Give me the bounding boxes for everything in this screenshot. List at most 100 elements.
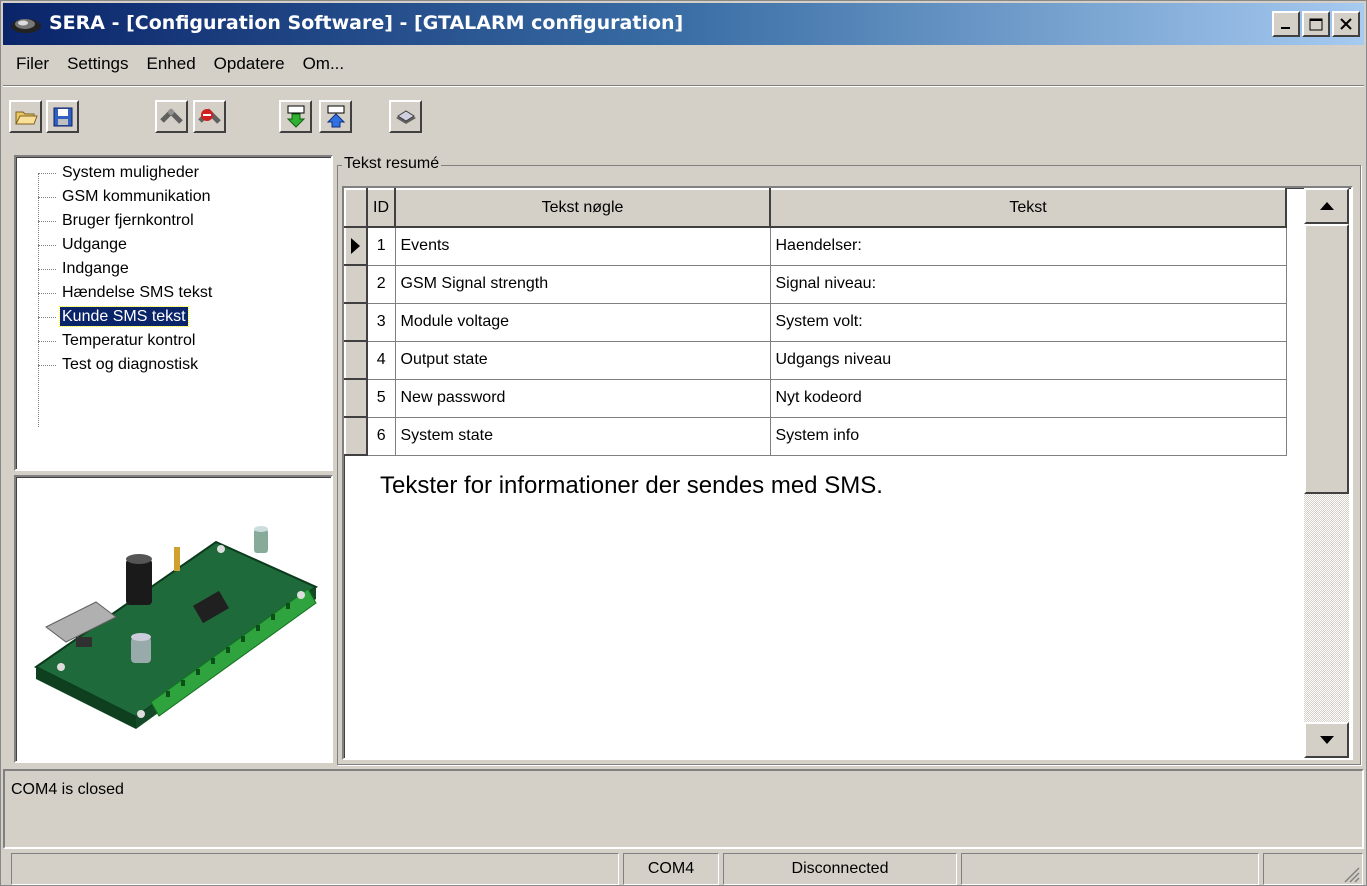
tree-item-label: System muligheder	[62, 164, 199, 181]
menu-filer[interactable]: Filer	[7, 54, 58, 74]
maximize-icon	[1309, 18, 1323, 30]
tree-branch-line	[38, 197, 56, 198]
navigation-tree: System muligheder GSM kommunikation Brug…	[14, 155, 333, 471]
cell-id[interactable]: 2	[366, 264, 396, 304]
row-indicator[interactable]	[344, 378, 368, 418]
scroll-up-button[interactable]	[1304, 188, 1349, 224]
tree-branch-line	[38, 173, 56, 174]
device-info-button[interactable]	[389, 100, 422, 133]
cell-text[interactable]: Signal niveau:	[769, 264, 1287, 304]
cell-key[interactable]: GSM Signal strength	[394, 264, 771, 304]
tree-item-label: Indgange	[62, 260, 129, 277]
tree-branch-line	[38, 269, 56, 270]
download-to-device-icon	[286, 105, 305, 128]
save-disk-icon	[53, 107, 72, 126]
status-panel-main	[11, 853, 619, 885]
cell-text[interactable]: System volt:	[769, 302, 1287, 342]
cell-key[interactable]: Events	[394, 226, 771, 266]
connect-button[interactable]	[155, 100, 188, 133]
text-grid-area: ID Tekst nøgle Tekst 1 Events Haendelser…	[342, 186, 1353, 760]
scroll-thumb[interactable]	[1304, 224, 1349, 494]
tree-branch-line	[38, 365, 56, 366]
info-description: Tekster for informationer der sendes med…	[380, 472, 883, 499]
minimize-button[interactable]	[1272, 11, 1300, 37]
tree-item-system-muligheder[interactable]: System muligheder	[16, 161, 331, 185]
device-info-icon	[395, 109, 416, 124]
tree-item-kunde-sms-tekst[interactable]: Kunde SMS tekst	[16, 305, 331, 329]
cell-text[interactable]: Haendelser:	[769, 226, 1287, 266]
menu-opdatere[interactable]: Opdatere	[205, 54, 294, 74]
cell-key[interactable]: New password	[394, 378, 771, 418]
tree-item-temperatur-kontrol[interactable]: Temperatur kontrol	[16, 329, 331, 353]
tree-item-indgange[interactable]: Indgange	[16, 257, 331, 281]
disconnect-icon	[197, 107, 221, 124]
arrow-down-icon	[1319, 736, 1334, 744]
resize-grip-icon[interactable]	[1340, 863, 1360, 883]
table-row[interactable]: 2 GSM Signal strength Signal niveau:	[344, 264, 1287, 304]
tree-branch-line	[38, 293, 56, 294]
tree-branch-line	[38, 341, 56, 342]
app-window: SERA - [Configuration Software] - [GTALA…	[0, 0, 1367, 886]
cell-id[interactable]: 3	[366, 302, 396, 342]
table-row[interactable]: 4 Output state Udgangs niveau	[344, 340, 1287, 380]
download-button[interactable]	[279, 100, 312, 133]
tree-item-label: Udgange	[62, 236, 127, 253]
close-button[interactable]	[1332, 11, 1360, 37]
tree-item-udgange[interactable]: Udgange	[16, 233, 331, 257]
tree-item-test-og-diagnostisk[interactable]: Test og diagnostisk	[16, 353, 331, 377]
column-header-id[interactable]: ID	[366, 188, 396, 228]
tree-item-label: Temperatur kontrol	[62, 332, 196, 349]
title-bar[interactable]: SERA - [Configuration Software] - [GTALA…	[3, 3, 1364, 45]
vertical-scrollbar[interactable]	[1304, 188, 1349, 758]
upload-button[interactable]	[319, 100, 352, 133]
minimize-icon	[1281, 27, 1290, 29]
table-row[interactable]: 5 New password Nyt kodeord	[344, 378, 1287, 418]
arrow-up-icon	[1319, 202, 1334, 210]
log-message: COM4 is closed	[11, 781, 124, 798]
cell-key[interactable]: Module voltage	[394, 302, 771, 342]
cell-id[interactable]: 6	[366, 416, 396, 456]
tree-item-label: Test og diagnostisk	[62, 356, 199, 373]
cell-text[interactable]: System info	[769, 416, 1287, 456]
row-indicator[interactable]	[344, 226, 368, 266]
tree-item-bruger-fjernkontrol[interactable]: Bruger fjernkontrol	[16, 209, 331, 233]
save-button[interactable]	[46, 100, 79, 133]
scroll-down-button[interactable]	[1304, 722, 1349, 758]
disconnect-button[interactable]	[193, 100, 226, 133]
row-indicator[interactable]	[344, 340, 368, 380]
tree-item-label: Kunde SMS tekst	[59, 306, 189, 327]
tree-branch-line	[38, 221, 56, 222]
row-indicator[interactable]	[344, 264, 368, 304]
menu-enhed[interactable]: Enhed	[138, 54, 205, 74]
device-image-panel	[14, 475, 333, 763]
table-row[interactable]: 3 Module voltage System volt:	[344, 302, 1287, 342]
grid-header-row: ID Tekst nøgle Tekst	[344, 188, 1287, 228]
maximize-button[interactable]	[1302, 11, 1330, 37]
row-indicator[interactable]	[344, 302, 368, 342]
cell-key[interactable]: Output state	[394, 340, 771, 380]
tree-item-label: GSM kommunikation	[62, 188, 211, 205]
cell-id[interactable]: 4	[366, 340, 396, 380]
cell-text[interactable]: Nyt kodeord	[769, 378, 1287, 418]
status-connection: Disconnected	[723, 853, 957, 885]
cell-text[interactable]: Udgangs niveau	[769, 340, 1287, 380]
column-header-tekst[interactable]: Tekst	[769, 188, 1287, 228]
grid-corner-cell	[344, 188, 368, 228]
menu-om[interactable]: Om...	[294, 54, 354, 74]
tree-item-haendelse-sms-tekst[interactable]: Hændelse SMS tekst	[16, 281, 331, 305]
tree-item-gsm-kommunikation[interactable]: GSM kommunikation	[16, 185, 331, 209]
table-row[interactable]: 6 System state System info	[344, 416, 1287, 456]
menu-settings[interactable]: Settings	[58, 54, 137, 74]
close-icon	[1340, 18, 1352, 30]
log-panel: COM4 is closed	[3, 769, 1364, 849]
tree-branch-line	[38, 245, 56, 246]
window-controls	[1272, 11, 1360, 37]
column-header-tekst-noegle[interactable]: Tekst nøgle	[394, 188, 771, 228]
cell-id[interactable]: 5	[366, 378, 396, 418]
cell-key[interactable]: System state	[394, 416, 771, 456]
row-indicator[interactable]	[344, 416, 368, 456]
status-bar: COM4 Disconnected	[3, 853, 1364, 885]
open-button[interactable]	[9, 100, 42, 133]
cell-id[interactable]: 1	[366, 226, 396, 266]
table-row[interactable]: 1 Events Haendelser:	[344, 226, 1287, 266]
